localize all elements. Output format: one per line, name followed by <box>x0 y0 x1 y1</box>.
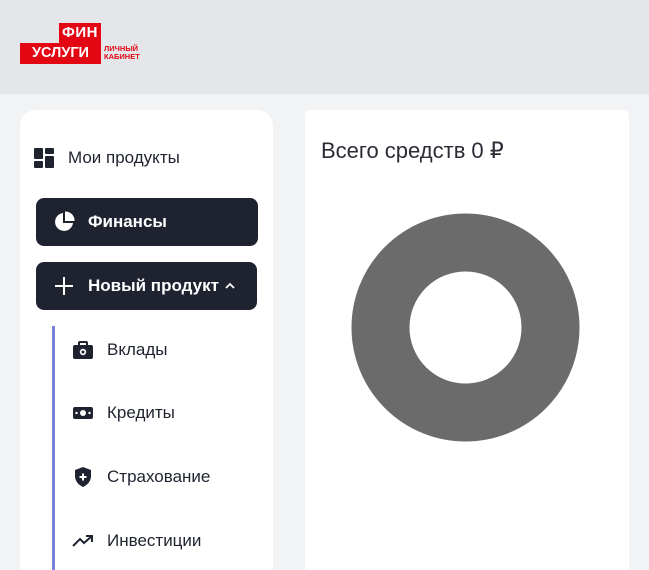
trending-up-icon <box>72 530 94 552</box>
logo-subtitle-line2: КАБИНЕТ <box>104 52 140 61</box>
sidebar-subitem-deposits[interactable]: Вклады <box>72 336 167 364</box>
sidebar-item-my-products[interactable]: Мои продукты <box>32 144 180 172</box>
sidebar-item-label: Финансы <box>88 212 167 231</box>
donut-ring <box>351 213 580 442</box>
finuslugi-logo[interactable]: ФИН УСЛУГИ ЛИЧНЫЙ КАБИНЕТ <box>20 23 140 64</box>
logo-top-text: ФИН <box>59 23 101 43</box>
sidebar-subitem-label: Страхование <box>107 467 211 486</box>
sidebar-item-label: Новый продукт <box>88 276 219 295</box>
logo-block: ФИН УСЛУГИ <box>20 23 101 64</box>
sidebar-subitem-label: Инвестиции <box>107 531 202 550</box>
total-funds-label: Всего средств <box>321 138 466 163</box>
grid-icon <box>32 146 56 170</box>
sidebar-subitem-label: Кредиты <box>107 403 175 422</box>
submenu-indicator-line <box>52 326 55 570</box>
sidebar-item-label: Мои продукты <box>68 148 180 167</box>
sidebar-subitem-credits[interactable]: Кредиты <box>72 399 175 427</box>
sidebar-item-finances[interactable]: Финансы <box>36 198 258 246</box>
shield-plus-icon <box>72 466 94 488</box>
sidebar-subitem-insurance[interactable]: Страхование <box>72 463 210 491</box>
app-header: ФИН УСЛУГИ ЛИЧНЫЙ КАБИНЕТ <box>0 0 649 94</box>
briefcase-icon <box>72 339 94 361</box>
sidebar-subitem-label: Вклады <box>107 340 168 359</box>
logo-bottom-text: УСЛУГИ <box>20 43 101 64</box>
plus-icon <box>52 274 76 298</box>
sidebar-item-new-product[interactable]: Новый продукт <box>36 262 257 310</box>
sidebar-subitem-investments[interactable]: Инвестиции <box>72 527 201 555</box>
chevron-up-icon <box>225 282 235 290</box>
pie-chart-icon <box>52 210 76 234</box>
logo-subtitle: ЛИЧНЫЙ КАБИНЕТ <box>104 45 140 61</box>
cash-icon <box>72 402 94 424</box>
total-funds-amount: 0 ₽ <box>471 138 504 163</box>
funds-donut-chart <box>351 213 580 442</box>
total-funds-title: Всего средств 0 ₽ <box>321 138 504 164</box>
